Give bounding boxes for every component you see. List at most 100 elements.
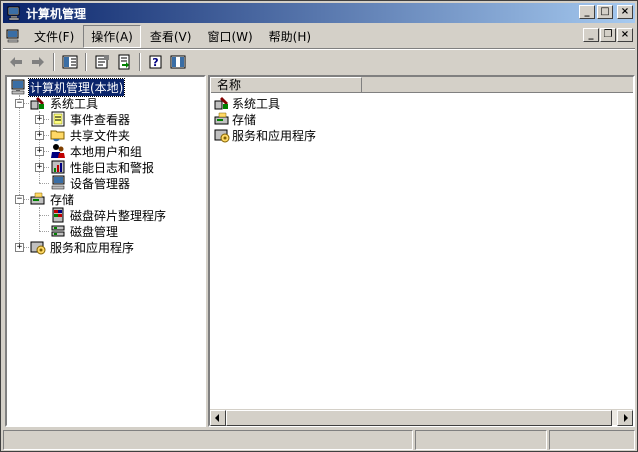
computer-management-window: 计算机管理 _ □ × 文件(F) 操作(A) 查看(V) 窗口(W) 帮助(H… [0,0,638,452]
status-panel-2 [415,430,547,450]
properties-icon [95,55,109,69]
tree-label: 性能日志和警报 [70,160,155,175]
mdi-close-button[interactable]: × [617,28,633,42]
properties-button[interactable] [91,52,113,72]
performance-logs-icon [51,160,65,174]
expander-event-viewer[interactable]: + [35,115,44,124]
export-list-button[interactable] [113,52,135,72]
list-item[interactable]: 存储 [214,111,257,127]
tree-label: 服务和应用程序 [50,240,135,255]
list-item[interactable]: 服务和应用程序 [214,127,317,143]
expander-system-tools[interactable]: − [15,99,24,108]
tree-node-device-manager[interactable]: 设备管理器 [50,175,131,191]
storage-icon [214,112,229,125]
scroll-left-button[interactable] [210,410,226,426]
svg-text:?: ? [152,56,158,69]
tree-node-local-users-groups[interactable]: 本地用户和组 [50,143,143,159]
scroll-right-button[interactable] [617,410,633,426]
horizontal-scrollbar[interactable] [210,409,633,426]
tree-label: 本地用户和组 [70,144,143,159]
scroll-thumb[interactable] [226,410,612,426]
services-apps-icon [214,129,230,143]
list-item-label: 系统工具 [232,96,281,111]
maximize-button[interactable]: □ [597,5,613,19]
tree-label: 事件查看器 [70,112,131,127]
menu-window[interactable]: 窗口(W) [200,26,259,47]
list-item-label: 存储 [232,112,257,127]
results-pane[interactable]: 名称 系统工具 存储 服务和应用程序 [208,75,635,427]
mdi-restore-button[interactable]: ❐ [600,28,616,42]
list-item[interactable]: 系统工具 [214,95,281,111]
toolbar: ? [5,51,189,73]
tree-node-computer-management[interactable]: 计算机管理(本地) [10,77,126,97]
computer-management-icon [7,6,20,21]
minimize-button[interactable]: _ [579,5,595,19]
toolbar-separator [85,53,87,71]
console-tree-pane[interactable]: 计算机管理(本地) − 系统工具 + 事件查看器 + 共享文件夹 + 本地用户和… [5,75,206,427]
expander-perf-logs[interactable]: + [35,163,44,172]
expander-local-users[interactable]: + [35,147,44,156]
expander-storage[interactable]: − [15,195,24,204]
status-panel-3 [549,430,635,450]
title-bar[interactable]: 计算机管理 _ □ × [3,3,635,23]
export-list-icon [118,54,130,70]
menu-bar: 文件(F) 操作(A) 查看(V) 窗口(W) 帮助(H) _ ❐ × [3,24,635,48]
computer-icon [11,79,25,95]
list-item-label: 服务和应用程序 [232,128,317,143]
tree-node-disk-management[interactable]: 磁盘管理 [50,223,119,239]
tree-label: 存储 [50,192,75,207]
services-apps-icon [30,241,46,255]
arrow-right-icon [624,414,628,422]
disk-management-icon [51,225,65,237]
menu-separator [3,48,635,50]
tree-label: 计算机管理(本地) [27,77,126,97]
tree-node-disk-defrag[interactable]: 磁盘碎片整理程序 [50,207,167,223]
close-button[interactable]: × [617,5,633,19]
forward-arrow-icon [32,57,44,67]
console-tree-icon [62,55,78,69]
tree-node-perf-logs-alerts[interactable]: 性能日志和警报 [50,159,155,175]
action-pane-icon [170,55,186,69]
back-button[interactable] [5,52,27,72]
menu-action[interactable]: 操作(A) [83,24,141,48]
show-hide-tree-button[interactable] [59,52,81,72]
event-viewer-icon [51,111,65,127]
status-panel-main [3,430,413,450]
menu-help[interactable]: 帮助(H) [262,26,318,47]
tree-label: 磁盘管理 [70,224,119,239]
tree-label: 系统工具 [50,96,99,111]
disk-defrag-icon [52,207,64,223]
mdi-minimize-button[interactable]: _ [583,28,599,42]
storage-icon [30,192,45,205]
tree-node-system-tools[interactable]: 系统工具 [30,95,99,111]
back-arrow-icon [10,57,22,67]
tree-label: 共享文件夹 [70,128,131,143]
toolbar-separator [53,53,55,71]
menu-view[interactable]: 查看(V) [143,26,199,47]
menu-file[interactable]: 文件(F) [27,26,81,47]
system-tools-icon [214,97,228,110]
window-title: 计算机管理 [26,6,87,21]
status-bar [3,430,635,450]
system-tools-icon [30,97,44,110]
tree-node-services-apps[interactable]: 服务和应用程序 [30,239,135,255]
show-hide-action-pane-button[interactable] [167,52,189,72]
help-button[interactable]: ? [145,52,167,72]
arrow-left-icon [215,414,219,422]
expander-shared-folders[interactable]: + [35,131,44,140]
tree-label: 设备管理器 [70,176,131,191]
expander-services-apps[interactable]: + [15,243,24,252]
tree-node-storage[interactable]: 存储 [30,191,75,207]
help-icon: ? [149,55,162,69]
users-icon [51,144,65,158]
shared-folder-icon [50,130,65,142]
forward-button[interactable] [27,52,49,72]
tree-label: 磁盘碎片整理程序 [70,208,167,223]
tree-node-shared-folders[interactable]: 共享文件夹 [50,127,131,143]
device-manager-icon [51,175,65,190]
column-header-name[interactable]: 名称 [210,77,362,93]
toolbar-separator [139,53,141,71]
list-header: 名称 [210,77,633,93]
tree-node-event-viewer[interactable]: 事件查看器 [50,111,131,127]
mdi-child-icon[interactable] [5,28,23,44]
